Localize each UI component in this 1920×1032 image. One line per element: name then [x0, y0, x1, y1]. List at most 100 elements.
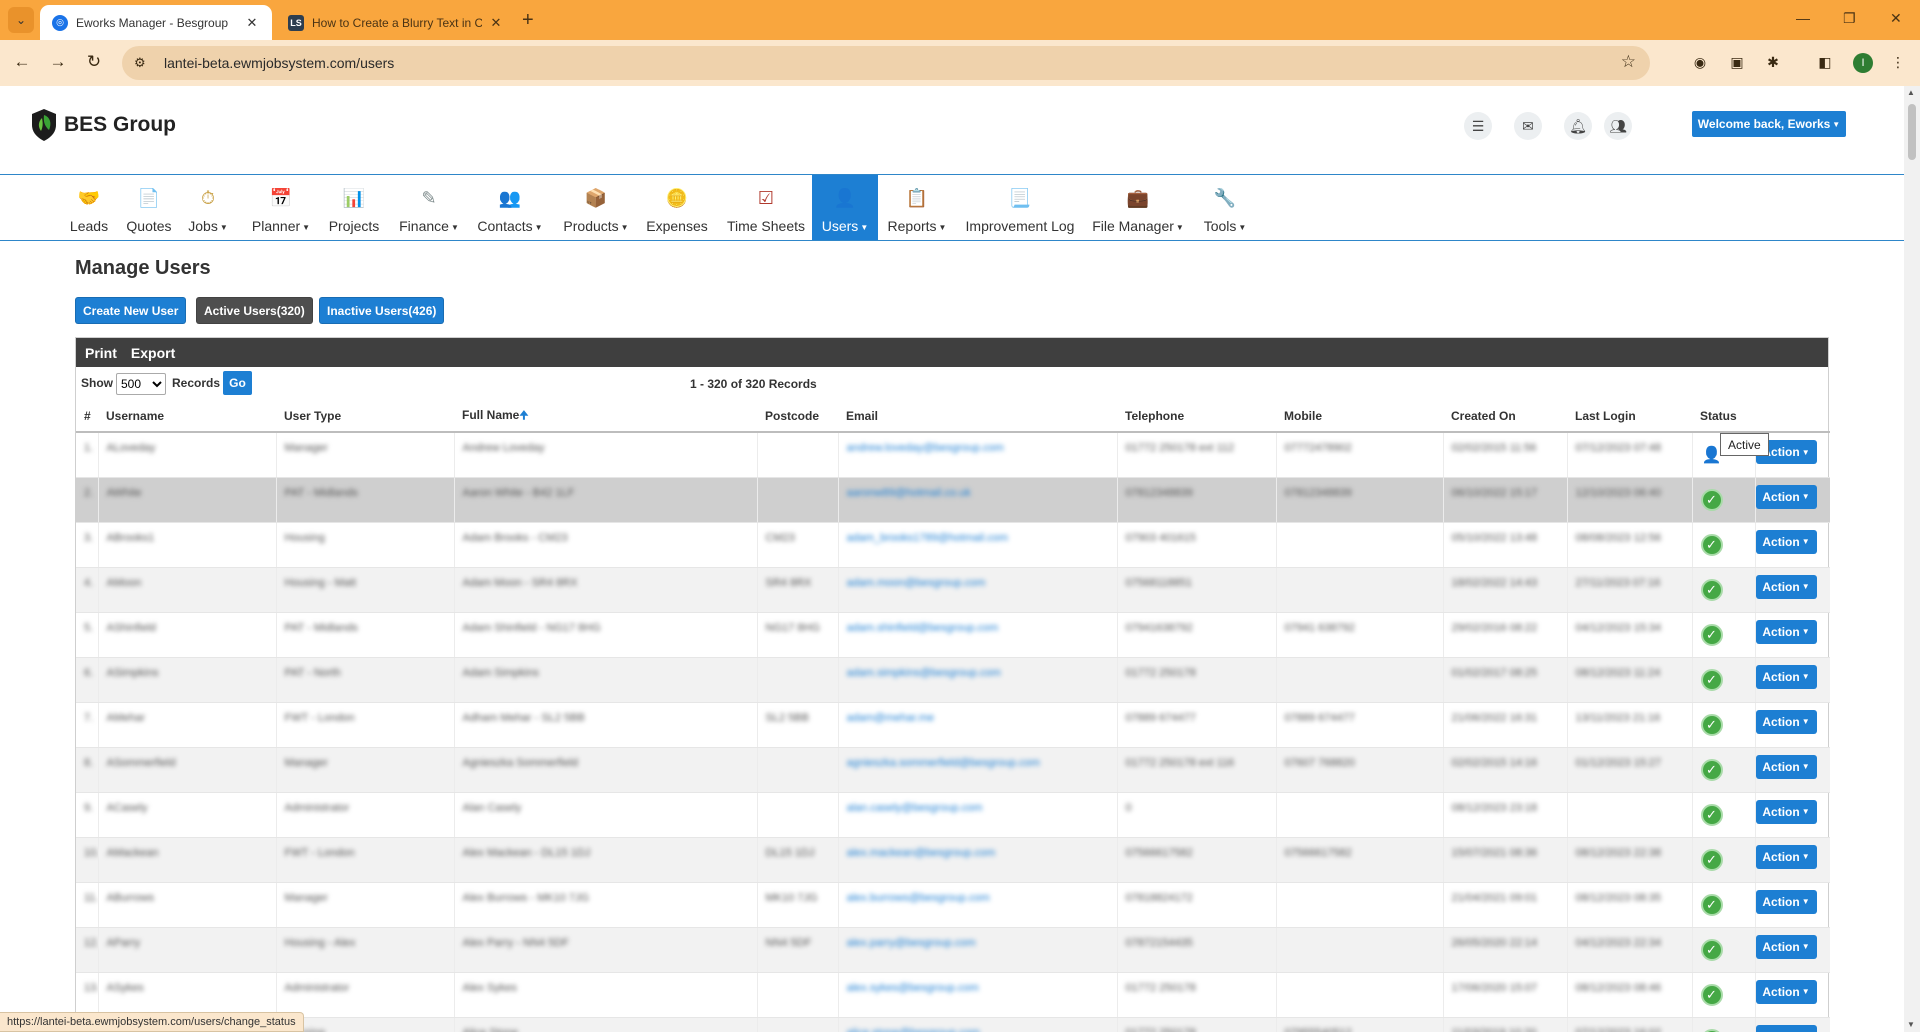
col-full-name[interactable]: Full Name🠉 [454, 401, 757, 433]
email-cell[interactable]: agnieszka.sommerfield@besgroup.com [838, 747, 1118, 793]
table-row[interactable]: 5. AShinfield PAT - Midlands Adam Shinfield… [76, 612, 1830, 658]
new-tab-icon[interactable]: + [522, 9, 534, 32]
email-cell-text[interactable]: adam.shinfield@besgroup.com [847, 622, 999, 634]
action-button[interactable]: Action▼ [1755, 529, 1817, 554]
table-row[interactable]: 11. ABurrows Manager Alex Burrows - MK10 7J… [76, 882, 1830, 928]
action-button[interactable]: Action▼ [1755, 934, 1817, 959]
menu-products[interactable]: 📦 Products ▼ [559, 175, 633, 240]
menu-kebab-icon[interactable]: ⋮ [1888, 52, 1908, 72]
go-button[interactable]: Go [223, 371, 252, 395]
email-cell[interactable]: adam_brooks1789@hotmail.com [838, 522, 1118, 568]
action-button[interactable]: Action▼ [1755, 979, 1817, 1004]
menu-projects[interactable]: 📊 Projects [326, 175, 382, 240]
action-button[interactable]: Action▼ [1755, 619, 1817, 644]
email-cell-text[interactable]: agnieszka.sommerfield@besgroup.com [847, 757, 1040, 769]
active-check-icon[interactable]: ✓ [1700, 623, 1723, 646]
welcome-dropdown[interactable]: Welcome back, Eworks ▼ [1692, 111, 1846, 137]
menu-contacts[interactable]: 👥 Contacts ▼ [475, 175, 545, 240]
email-cell[interactable]: andrew.loveday@besgroup.com [838, 432, 1118, 478]
menu-leads[interactable]: 🤝 Leads [68, 175, 110, 240]
table-row[interactable]: 14.AStoneHousingAlice Stonealice.stone@b… [76, 1017, 1830, 1032]
active-check-icon[interactable]: ✓ [1700, 758, 1723, 781]
email-cell-text[interactable]: alex.sykes@besgroup.com [847, 982, 979, 994]
menu-improvement-log[interactable]: 📃 Improvement Log [964, 175, 1076, 240]
export-button[interactable]: Export [131, 345, 175, 361]
sidepanel-icon[interactable]: ◧ [1815, 52, 1835, 72]
menu-reports[interactable]: 📋 Reports ▼ [885, 175, 949, 240]
active-check-icon[interactable]: ✓ [1700, 668, 1723, 691]
action-button[interactable]: Action▼ [1755, 1024, 1817, 1032]
table-row[interactable]: 2. AWhite PAT - Midlands Aaron White - B42 … [76, 477, 1830, 523]
col-username[interactable]: Username [98, 401, 276, 433]
brand-logo[interactable]: BES Group [30, 108, 176, 142]
col-last-login[interactable]: Last Login [1567, 401, 1692, 433]
table-row[interactable]: 9. ACasely Administrator Alan Casely alan.ca… [76, 792, 1830, 838]
email-cell-text[interactable]: alex.burrows@besgroup.com [847, 892, 990, 904]
browser-tab-active[interactable]: ◎ Eworks Manager - Besgroup ✕ [40, 5, 272, 40]
table-row[interactable]: 6. ASimpkins PAT - North Adam Simpkins adam.… [76, 657, 1830, 703]
col-mobile[interactable]: Mobile [1276, 401, 1443, 433]
email-cell[interactable]: aaronw89@hotmail.co.uk [838, 477, 1118, 523]
active-users-button[interactable]: Active Users(320) [196, 297, 313, 324]
site-info-icon[interactable]: ⚙ [134, 55, 154, 71]
col-postcode[interactable]: Postcode [757, 401, 838, 433]
email-cell[interactable]: alex.sykes@besgroup.com [838, 972, 1118, 1018]
minimize-icon[interactable]: — [1796, 10, 1810, 26]
menu-expenses[interactable]: 🪙 Expenses [645, 175, 709, 240]
active-check-icon[interactable]: ✓ [1700, 578, 1723, 601]
active-check-icon[interactable]: ✓ [1700, 983, 1723, 1006]
menu-finance[interactable]: ✎ Finance ▼ [398, 175, 460, 240]
email-cell[interactable]: alice.stone@besgroup.com [838, 1017, 1118, 1032]
tab-close-icon[interactable]: ✕ [488, 15, 504, 31]
active-check-icon[interactable]: ✓ [1700, 938, 1723, 961]
email-cell-text[interactable]: adam.moon@besgroup.com [847, 577, 986, 589]
action-button[interactable]: Action▼ [1755, 889, 1817, 914]
email-cell[interactable]: alan.casely@besgroup.com [838, 792, 1118, 838]
email-cell-text[interactable]: andrew.loveday@besgroup.com [847, 442, 1004, 454]
email-cell[interactable]: adam.simpkins@besgroup.com [838, 657, 1118, 703]
menu-planner[interactable]: 📅 Planner ▼ [250, 175, 312, 240]
col-email[interactable]: Email [838, 401, 1117, 433]
scroll-down-icon[interactable]: ▼ [1907, 1020, 1915, 1029]
table-row[interactable]: 8. ASommerfield Manager Agnieszka Sommerfie… [76, 747, 1830, 793]
email-cell[interactable]: adam.shinfield@besgroup.com [838, 612, 1118, 658]
email-cell-text[interactable]: alan.casely@besgroup.com [847, 802, 983, 814]
address-bar[interactable]: ⚙ lantei-beta.ewmjobsystem.com/users ☆ [122, 46, 1650, 80]
reload-icon[interactable]: ↻ [82, 52, 106, 72]
email-cell-text[interactable]: alice.stone@besgroup.com [847, 1027, 980, 1032]
active-check-icon[interactable]: ✓ [1700, 488, 1723, 511]
bookmark-star-icon[interactable]: ☆ [1621, 52, 1636, 72]
mail-icon[interactable]: ✉ [1514, 112, 1542, 140]
menu-jobs[interactable]: ⏱ Jobs ▼ [186, 175, 230, 240]
menu-time-sheets[interactable]: ☑ Time Sheets [726, 175, 806, 240]
email-cell-text[interactable]: adam_brooks1789@hotmail.com [847, 532, 1009, 544]
active-check-icon[interactable]: ✓ [1700, 848, 1723, 871]
list-icon[interactable]: ☰ [1464, 112, 1492, 140]
scroll-up-icon[interactable]: ▲ [1907, 88, 1915, 97]
menu-quotes[interactable]: 📄 Quotes [125, 175, 173, 240]
table-row[interactable]: 12. AParry Housing - Alex Alex Parry - NN4 … [76, 927, 1830, 973]
profile-avatar[interactable]: I [1853, 53, 1873, 73]
active-check-icon[interactable]: ✓ [1700, 713, 1723, 736]
active-check-icon[interactable]: ✓ [1700, 533, 1723, 556]
menu-file-manager[interactable]: 💼 File Manager ▼ [1092, 175, 1184, 240]
email-cell-text[interactable]: alex.mackean@besgroup.com [847, 847, 996, 859]
email-cell[interactable]: adam.moon@besgroup.com [838, 567, 1118, 613]
records-per-page-select[interactable]: 500 [116, 373, 166, 395]
col-created-on[interactable]: Created On [1443, 401, 1567, 433]
scrollbar-thumb[interactable] [1908, 104, 1916, 160]
table-row[interactable]: 7. AMehar FWT - London Adham Mehar - SL2 5B… [76, 702, 1830, 748]
action-button[interactable]: Action▼ [1755, 754, 1817, 779]
email-cell-text[interactable]: adam@mehar.me [847, 712, 935, 724]
col-user-type[interactable]: User Type [276, 401, 454, 433]
forward-icon[interactable]: → [46, 52, 70, 72]
action-button[interactable]: Action▼ [1755, 664, 1817, 689]
group-icon[interactable]: 👥︎ [1604, 112, 1632, 140]
email-cell-text[interactable]: aaronw89@hotmail.co.uk [847, 487, 971, 499]
action-button[interactable]: Action▼ [1755, 799, 1817, 824]
active-check-icon[interactable]: ✓ [1700, 803, 1723, 826]
table-row[interactable]: 1. ALoveday Manager Andrew Loveday andrew.lo… [76, 432, 1830, 478]
print-button[interactable]: Print [85, 345, 117, 361]
active-check-icon[interactable]: ✓ [1700, 1028, 1723, 1032]
table-row[interactable]: 4. AMoon Housing - Matt Adam Moon - SR4 8RX… [76, 567, 1830, 613]
